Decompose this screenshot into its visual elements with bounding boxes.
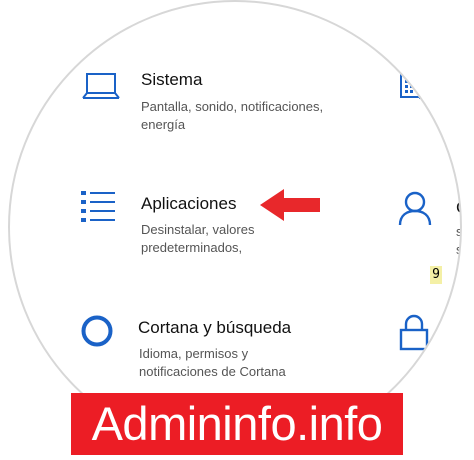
- apps-list-icon: [80, 189, 116, 230]
- tile-description: Idioma, permisos y notificaciones de Cor…: [139, 345, 286, 381]
- tile-title: Aplicaciones: [141, 194, 237, 213]
- tile-cortana[interactable]: Cortana y búsqueda Idioma, permisos y no…: [10, 302, 340, 392]
- description-line: energía: [141, 117, 186, 132]
- calendar-language-icon[interactable]: [400, 72, 430, 107]
- description-line: predeterminados,: [141, 240, 243, 255]
- description-line: Pantalla, sonido, notificaciones,: [141, 99, 324, 114]
- description-line: Idioma, permisos y: [139, 346, 249, 361]
- account-title-partial: C: [456, 198, 460, 218]
- account-person-icon[interactable]: [398, 190, 432, 231]
- red-arrow-icon: [260, 188, 322, 227]
- tile-title: Sistema: [141, 70, 203, 89]
- account-desc-partial-1: s: [456, 224, 462, 239]
- tile-description: Desinstalar, valores predeterminados,: [141, 221, 254, 257]
- tile-title: Cortana y búsqueda: [138, 318, 292, 337]
- settings-circle-view: Sistema Pantalla, sonido, notificaciones…: [8, 0, 462, 454]
- description-line: Desinstalar, valores: [141, 222, 255, 237]
- tile-sistema[interactable]: Sistema Pantalla, sonido, notificaciones…: [10, 2, 340, 142]
- cortana-circle-icon: [80, 314, 114, 353]
- watermark-banner: Admininfo.info: [71, 393, 403, 455]
- tile-description: Pantalla, sonido, notificaciones, energí…: [141, 98, 323, 134]
- tile-aplicaciones[interactable]: Aplicaciones Desinstalar, valores predet…: [10, 162, 340, 272]
- account-desc-partial-2: si: [456, 242, 462, 257]
- number-badge: 9: [430, 266, 442, 284]
- laptop-icon: [82, 72, 120, 107]
- description-line: notificaciones de Cortana: [139, 364, 286, 379]
- lock-icon[interactable]: [398, 314, 430, 357]
